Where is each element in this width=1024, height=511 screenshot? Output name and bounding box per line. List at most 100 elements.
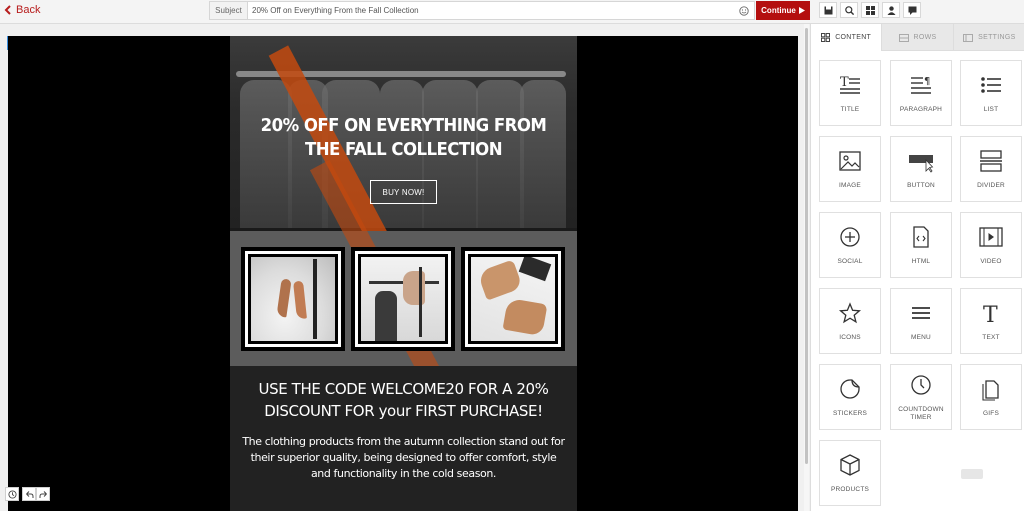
boots-photo [468, 254, 558, 344]
settings-icon [963, 33, 974, 42]
templates-button[interactable] [861, 2, 879, 18]
image-icon [839, 150, 861, 171]
back-button[interactable]: Back [4, 4, 40, 16]
save-icon [824, 6, 832, 14]
title-icon: T [840, 75, 860, 94]
block-gifs[interactable]: GIFS [960, 364, 1022, 430]
sticker-icon [840, 378, 860, 399]
tab-settings[interactable]: SETTINGS [954, 24, 1024, 51]
heel-shoe-graphic [293, 280, 307, 320]
block-text[interactable]: T TEXT [960, 288, 1022, 354]
editor-side-panel: CONTENT ROWS SETTINGS T TITLE ¶ PARAGRAP… [810, 24, 1024, 511]
redo-button[interactable] [36, 487, 50, 501]
block-icons-label: ICONS [839, 333, 861, 341]
product-image-heels[interactable] [241, 247, 345, 351]
top-toolbar: Back Subject Continue [0, 0, 1024, 24]
coat-graphic [375, 291, 397, 341]
continue-label: Continue [761, 6, 796, 15]
play-icon [798, 7, 805, 14]
boot-graphic [477, 259, 523, 301]
svg-text:T: T [983, 303, 998, 325]
block-html[interactable]: HTML [890, 212, 952, 278]
block-html-label: HTML [911, 257, 931, 265]
block-menu[interactable]: MENU [890, 288, 952, 354]
buy-now-button[interactable]: BUY NOW! [370, 180, 437, 204]
history-button[interactable] [5, 487, 19, 501]
block-divider-label: DIVIDER [977, 181, 1005, 189]
email-body: 20% OFF ON EVERYTHING FROM THE FALL COLL… [230, 36, 577, 511]
block-stickers[interactable]: STICKERS [819, 364, 881, 430]
product-image-boots[interactable] [461, 247, 565, 351]
save-button[interactable] [819, 2, 837, 18]
continue-button[interactable]: Continue [756, 1, 810, 20]
block-products[interactable]: PRODUCTS [819, 440, 881, 506]
paragraph-icon: ¶ [911, 76, 931, 94]
clock-icon [911, 374, 931, 395]
block-text-label: TEXT [982, 333, 1000, 341]
block-icons[interactable]: ICONS [819, 288, 881, 354]
comments-button[interactable] [903, 2, 921, 18]
redo-icon [39, 490, 47, 498]
block-paragraph[interactable]: ¶ PARAGRAPH [890, 60, 952, 126]
dark-garment-graphic [518, 257, 552, 282]
subject-input[interactable] [248, 2, 736, 19]
subject-field: Subject [209, 1, 755, 20]
panel-mini-badge [961, 469, 983, 479]
grid-icon [821, 33, 831, 42]
video-icon [979, 226, 1003, 247]
product-gallery[interactable] [230, 159, 577, 383]
block-video-label: VIDEO [980, 257, 1002, 265]
panel-tabs: CONTENT ROWS SETTINGS [811, 24, 1024, 51]
product-image-hat[interactable] [351, 247, 455, 351]
tab-content-label: CONTENT [835, 34, 872, 41]
undo-button[interactable] [22, 487, 36, 501]
block-stickers-label: STICKERS [832, 409, 868, 417]
discount-copy-section[interactable]: USE THE CODE WELCOME20 FOR A 20% DISCOUN… [230, 366, 577, 511]
heel-shoe-graphic [276, 278, 292, 318]
social-icon [840, 226, 860, 247]
block-products-label: PRODUCTS [830, 485, 870, 493]
block-countdown-label: COUNTDOWN TIMER [898, 405, 944, 421]
canvas-scrollbar-thumb[interactable] [805, 28, 808, 464]
block-button[interactable]: BUTTON [890, 136, 952, 202]
hero-section[interactable]: 20% OFF ON EVERYTHING FROM THE FALL COLL… [230, 36, 577, 427]
block-video[interactable]: VIDEO [960, 212, 1022, 278]
back-label: Back [16, 4, 41, 16]
body-paragraph: The clothing products from the autumn co… [242, 435, 565, 480]
block-countdown[interactable]: COUNTDOWN TIMER [890, 364, 952, 430]
block-title-label: TITLE [840, 105, 860, 113]
preview-button[interactable] [840, 2, 858, 18]
divider-icon [980, 149, 1002, 172]
block-title[interactable]: T TITLE [819, 60, 881, 126]
block-social-label: SOCIAL [837, 257, 863, 265]
rack-pole-graphic [313, 259, 317, 339]
block-image[interactable]: IMAGE [819, 136, 881, 202]
block-list[interactable]: LIST [960, 60, 1022, 126]
block-image-label: IMAGE [839, 181, 861, 189]
test-send-button[interactable] [882, 2, 900, 18]
heels-photo [248, 254, 338, 344]
chevron-left-icon [4, 5, 11, 15]
text-icon: T [983, 303, 998, 325]
emoji-button[interactable] [736, 3, 752, 19]
gif-icon [982, 379, 999, 401]
svg-text:¶: ¶ [924, 76, 930, 87]
svg-text:T: T [840, 75, 849, 90]
email-canvas: 20% OFF ON EVERYTHING FROM THE FALL COLL… [8, 36, 798, 511]
tab-rows[interactable]: ROWS [882, 24, 954, 51]
button-icon [909, 154, 934, 173]
chat-icon [908, 6, 916, 15]
block-menu-label: MENU [911, 333, 931, 341]
smiley-icon [739, 5, 749, 16]
tab-content[interactable]: CONTENT [811, 24, 883, 51]
block-list-label: LIST [983, 105, 999, 113]
block-social[interactable]: SOCIAL [819, 212, 881, 278]
hero-title: 20% OFF ON EVERYTHING FROM THE FALL COLL… [260, 115, 547, 160]
star-icon [838, 301, 862, 323]
tab-rows-label: ROWS [913, 34, 937, 41]
block-divider[interactable]: DIVIDER [960, 136, 1022, 202]
user-icon [887, 5, 895, 15]
boot-graphic [502, 297, 548, 337]
zoom-icon [844, 5, 854, 15]
rows-icon [898, 33, 909, 42]
